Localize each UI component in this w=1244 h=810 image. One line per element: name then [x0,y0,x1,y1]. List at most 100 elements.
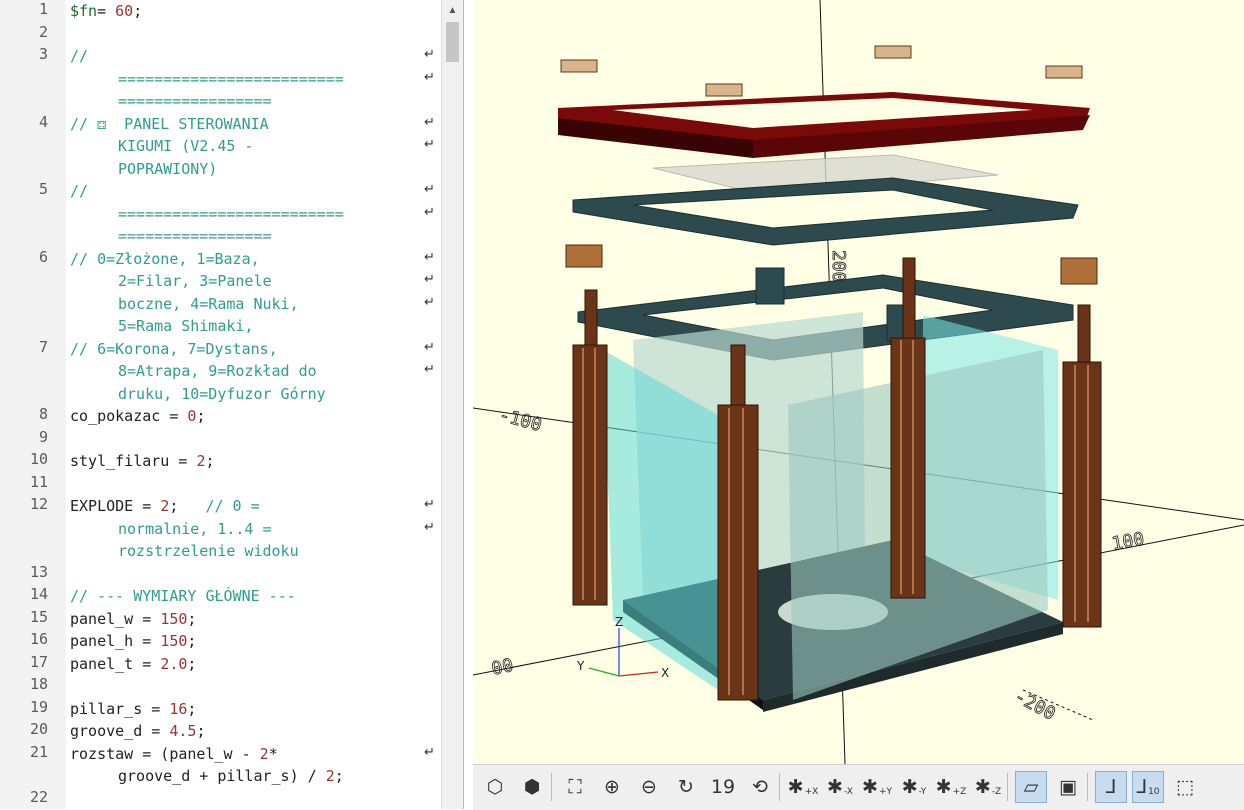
code-line[interactable]: groove_d + pillar_s) / 2; [118,765,344,788]
code-line[interactable]: 2=Filar, 3=Panele [118,270,272,293]
toolbar-separator [779,773,780,801]
icon-subscript: -Y [918,787,927,797]
editor-scrollbar[interactable]: ▲ [441,0,463,809]
icon-subscript: +Y [878,787,892,797]
reset-view-button[interactable]: ↻ [670,771,702,803]
scale-markers-button[interactable]: ⅃ 10 [1132,771,1164,803]
code-line[interactable]: groove_d = 4.5; [70,720,205,743]
orthogonal-icon: ▣ [1059,776,1077,798]
view-bottom-button[interactable]: ✱ -Z [972,771,1004,803]
zoom-in-button[interactable]: ⊕ [596,771,628,803]
code-line[interactable]: EXPLODE = 2; // 0 = [70,495,260,518]
code-token: // 0=Złożone, 1=Baza, [70,249,260,268]
code-token: ; [169,497,206,515]
code-token: // [70,182,89,200]
code-line[interactable]: rozstaw = (panel_w - 2* [70,743,278,766]
line-number: 20 [29,720,48,738]
knob [874,45,912,59]
code-token: ================= [118,227,272,245]
code-token: groove_d + pillar_s) / [118,767,326,785]
view-19-button[interactable]: 19 [707,771,739,803]
view-right-icon: ✱ [787,776,804,798]
code-area[interactable]: 1 $fn= 60; 2 3//↵ ========================= ↵… [0,0,440,809]
orthogonal-button[interactable]: ▣ [1052,771,1084,803]
code-token: panel_w = [70,609,161,628]
3d-viewport[interactable]: -200 100 00 -100 200 X Y Z [473,0,1244,809]
code-token: ; [334,767,344,785]
code-line[interactable]: normalnie, 1..4 = [118,518,272,541]
code-line[interactable]: ========================= [118,203,344,226]
code-line[interactable]: druku, 10=Dyfuzor Górny [118,383,326,406]
line-number: 6 [38,247,48,266]
upper-frame [572,177,1079,246]
code-token: // --- WYMIARY GŁÓWNE --- [70,587,296,605]
toolbar-separator [1007,773,1008,801]
view-right-button[interactable]: ✱ +X [787,771,819,803]
code-line[interactable]: pillar_s = 16; [70,698,196,721]
code-line[interactable]: 5=Rama Shimaki, [118,315,253,338]
code-line[interactable]: $fn= 60; [70,0,142,23]
viewer-toolbar: ⬡ ⬢ ⛶ ⊕ ⊖ ↻ 19 ⟲ ✱ +X ✱ -X ✱ +Y ✱ -Y ✱ +Z ✱ -Z ▱ ▣ ⅃ ⅃ 10 ⬚ [473,764,1244,810]
icon-subscript: -X [843,787,853,797]
code-line[interactable]: // [70,180,88,203]
scroll-thumb[interactable] [446,22,459,62]
line-number: 13 [29,562,48,581]
code-line[interactable]: panel_w = 150; [70,608,196,631]
code-token: panel_h = [70,632,161,650]
code-line[interactable]: POPRAWIONY) [118,158,217,181]
code-editor[interactable]: 1 $fn= 60; 2 3//↵ ========================= ↵… [0,0,464,809]
code-line[interactable]: // [70,45,88,68]
code-line[interactable]: ================= [118,90,272,113]
zoom-out-button[interactable]: ⊖ [633,771,665,803]
show-axes-button[interactable]: ⅃ [1095,771,1127,803]
view-top-icon: ✱ [935,776,952,798]
scroll-up-icon[interactable]: ▲ [442,0,463,22]
code-line[interactable]: // --- WYMIARY GŁÓWNE --- [70,585,296,608]
code-token: 60 [115,2,134,20]
view-all-button[interactable]: ⛶ [559,771,591,803]
code-line[interactable]: ========================= [118,68,344,91]
animate-button[interactable]: ⟲ [744,771,776,803]
code-line[interactable]: panel_h = 150; [70,630,196,653]
zoom-in-icon: ⊕ [604,776,620,798]
code-token: ; [187,609,197,628]
code-token: ; [187,699,197,718]
view-19-icon: 19 [710,776,736,798]
view-back-icon: ✱ [862,776,878,798]
code-token: 2 [259,744,269,763]
preview-button[interactable]: ⬡ [479,771,511,803]
code-line[interactable]: boczne, 4=Rama Nuki, [118,293,299,316]
icon-subscript: +Z [952,787,967,797]
view-bottom-icon: ✱ [974,776,991,798]
view-top-button[interactable]: ✱ +Z [935,771,967,803]
code-line[interactable]: // 6=Korona, 7=Dystans, [70,338,278,361]
view-back-button[interactable]: ✱ +Y [861,771,893,803]
code-token: 8=Atrapa, 9=Rozkład do [118,362,317,380]
code-token: EXPLODE = [70,497,161,515]
code-token: 2 [325,767,335,785]
icon-subscript: -Z [991,787,1002,797]
scale-markers-icon: ⅃ [1136,776,1148,798]
code-line[interactable]: panel_t = 2.0; [70,653,196,676]
perspective-button[interactable]: ▱ [1015,771,1047,803]
line-number: 7 [38,337,48,356]
code-line[interactable]: ================= [118,225,272,248]
view-front-button[interactable]: ✱ -Y [898,771,930,803]
render-button[interactable]: ⬢ [516,771,548,803]
show-edges-button[interactable]: ⬚ [1169,771,1201,803]
code-line[interactable]: // ⚃ PANEL STEROWANIA [70,113,269,136]
show-axes-icon: ⅃ [1105,776,1117,798]
code-token: 2 [160,497,170,515]
code-line[interactable]: KIGUMI (V2.45 - [118,135,253,158]
code-line[interactable]: rozstrzelenie widoku [118,540,299,563]
code-token: // 0 = [205,497,260,515]
code-line[interactable]: co_pokazac = 0; [70,405,205,428]
code-line[interactable]: 8=Atrapa, 9=Rozkład do [118,360,317,383]
line-wrap-icon: ↵ [424,339,435,355]
code-line[interactable]: styl_filaru = 2; [70,450,215,473]
code-line[interactable]: // 0=Złożone, 1=Baza, [70,248,260,271]
knob [560,59,598,73]
view-left-icon: ✱ [827,776,843,798]
view-left-button[interactable]: ✱ -X [824,771,856,803]
line-number: 18 [29,675,48,693]
